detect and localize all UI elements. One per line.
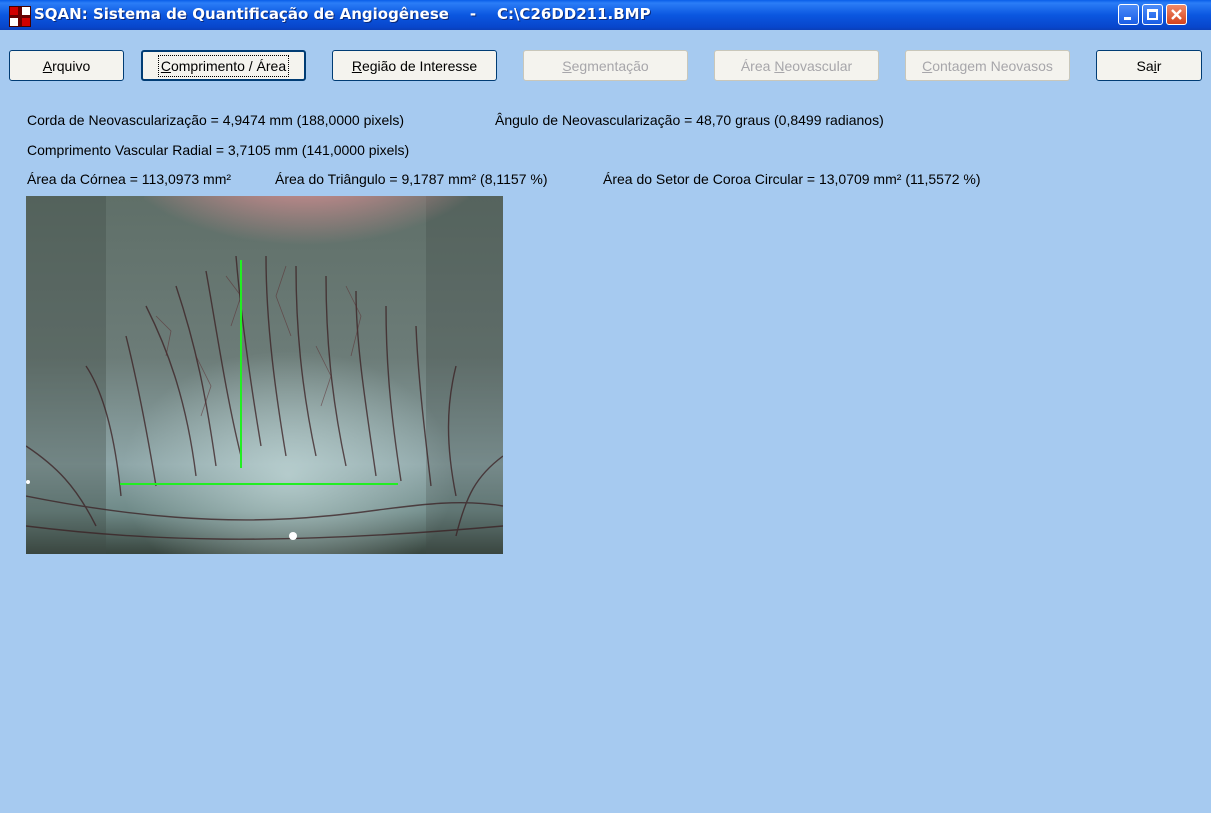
regiao-interesse-label: Região de Interesse [351,57,478,74]
cornea-image[interactable] [26,196,503,554]
maximize-icon [1147,9,1158,20]
arquivo-label: Arquivo [42,57,91,74]
app-icon[interactable] [9,6,31,27]
sair-button[interactable]: Sair [1096,50,1202,81]
cornea-photo [26,196,503,554]
triangle-area-measurement: Área do Triângulo = 9,1787 mm² (8,1157 %… [275,171,548,187]
area-neovascular-button[interactable]: Área Neovascular [714,50,879,81]
angle-measurement: Ângulo de Neovascularização = 48,70 grau… [495,112,884,128]
contagem-neovasos-label: Contagem Neovasos [922,57,1053,74]
close-button[interactable] [1166,4,1187,25]
segmentacao-label: Segmentação [562,57,649,74]
segmentacao-button[interactable]: Segmentação [523,50,688,81]
chord-measurement: Corda de Neovascularização = 4,9474 mm (… [27,112,405,128]
regiao-interesse-button[interactable]: Região de Interesse [332,50,497,81]
minimize-button[interactable] [1118,4,1139,25]
comprimento-area-label: Comprimento / Área [157,54,290,77]
close-icon [1171,9,1182,20]
minimize-icon [1124,17,1131,20]
sair-label: Sair [1136,57,1162,74]
comprimento-area-button[interactable]: Comprimento / Área [141,50,306,81]
sector-area-measurement: Área do Setor de Coroa Circular = 13,070… [603,171,981,187]
area-neovascular-label: Área Neovascular [740,57,853,74]
cornea-area-measurement: Área da Córnea = 113,0973 mm² [27,171,232,187]
title-bar[interactable]: SQAN: Sistema de Quantificação de Angiog… [0,0,1211,30]
radial-length-measurement: Comprimento Vascular Radial = 3,7105 mm … [27,142,410,158]
arquivo-button[interactable]: Arquivo [9,50,124,81]
contagem-neovasos-button[interactable]: Contagem Neovasos [905,50,1070,81]
window-title: SQAN: Sistema de Quantificação de Angiog… [34,5,651,23]
maximize-button[interactable] [1142,4,1163,25]
